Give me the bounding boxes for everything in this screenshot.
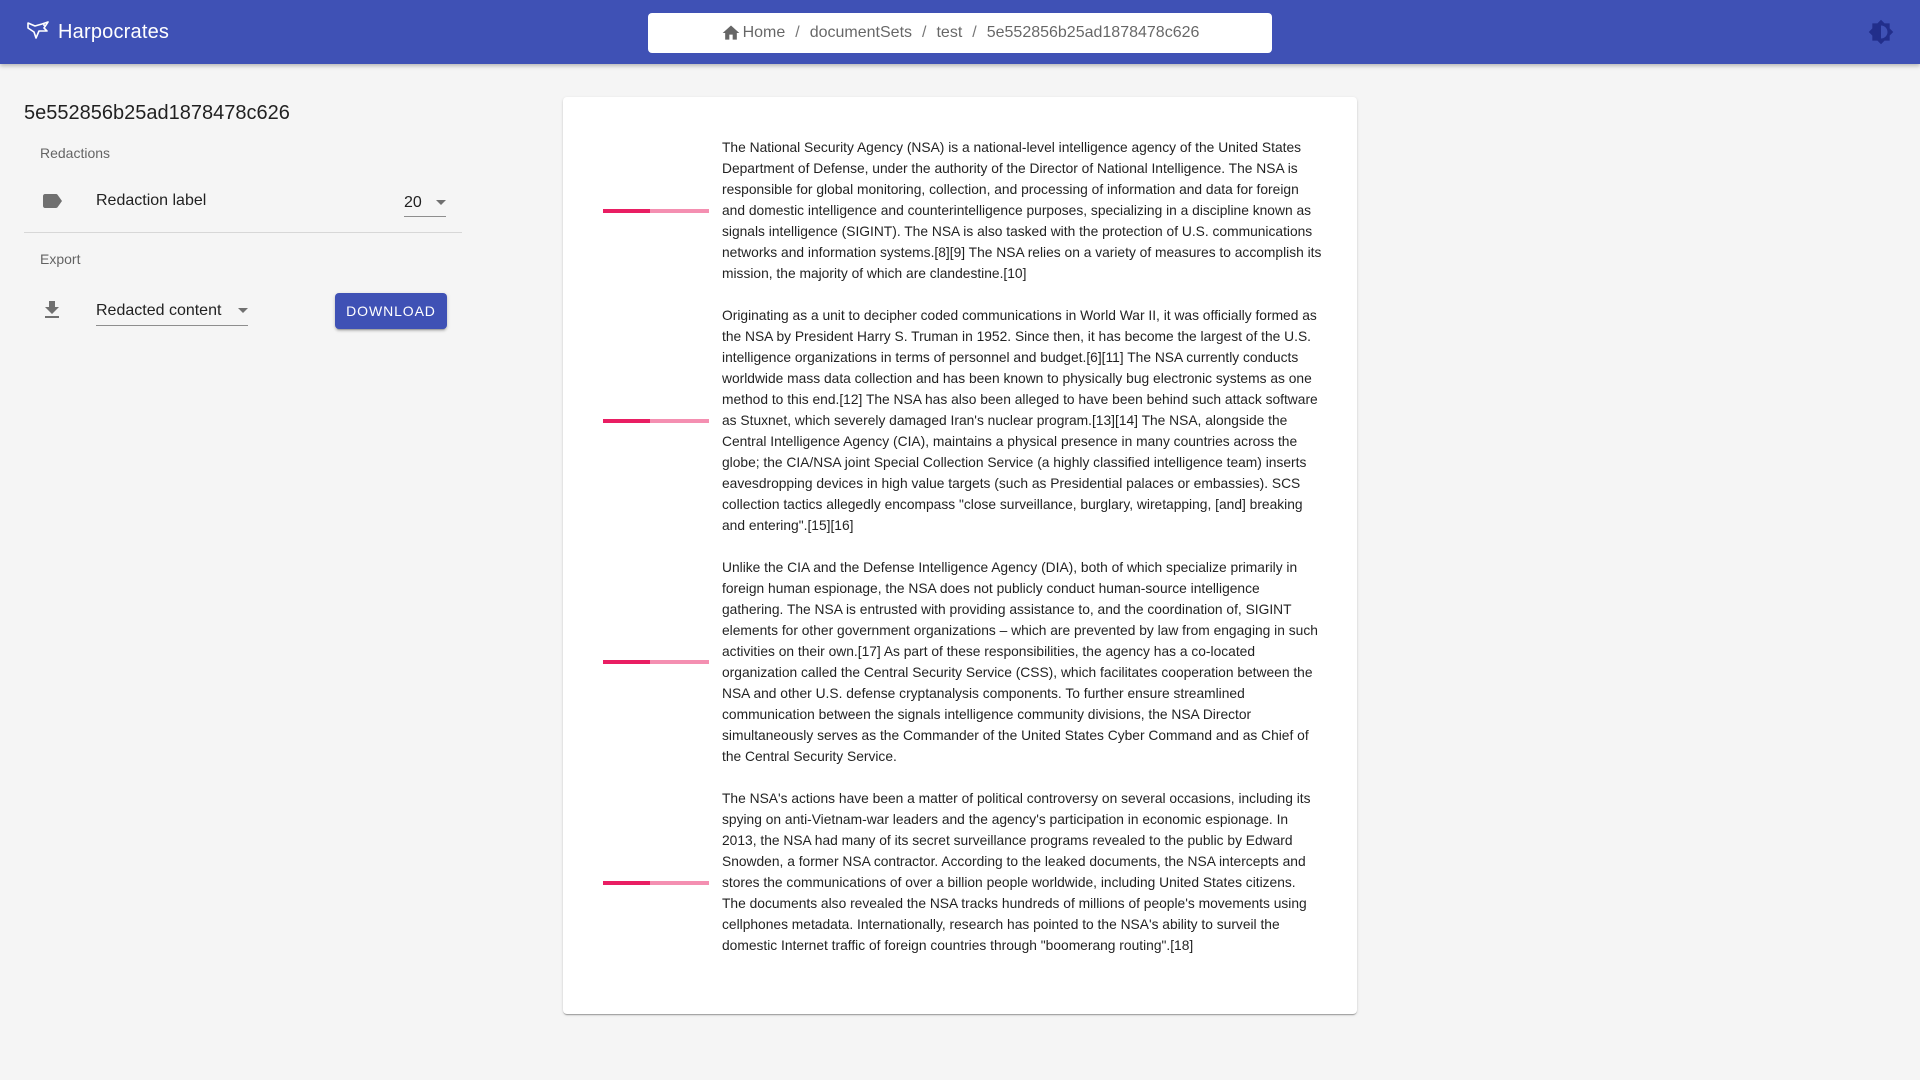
- brightness-icon: [1868, 19, 1894, 45]
- app-title: Harpocrates: [58, 20, 170, 43]
- redaction-score-bar: [603, 881, 709, 885]
- breadcrumb-home[interactable]: Home: [721, 23, 786, 43]
- label-icon: [43, 194, 62, 208]
- theme-toggle-button[interactable]: [1866, 17, 1896, 47]
- chevron-down-icon: [238, 308, 248, 313]
- breadcrumb-document[interactable]: 5e552856b25ad1878478c626: [987, 24, 1200, 42]
- redaction-score-bar: [603, 660, 709, 664]
- document-paragraph[interactable]: The National Security Agency (NSA) is a …: [722, 137, 1322, 284]
- redaction-score-fill: [603, 419, 650, 423]
- redaction-score-fill: [603, 209, 650, 213]
- breadcrumb-separator: /: [795, 24, 800, 41]
- export-format-select[interactable]: Redacted content: [96, 296, 248, 326]
- export-format-value: Redacted content: [96, 301, 222, 319]
- export-subheader: Export: [40, 251, 81, 267]
- breadcrumb-home-label: Home: [742, 24, 786, 41]
- home-icon: [722, 25, 739, 40]
- chevron-down-icon: [436, 200, 446, 205]
- sidebar-divider: [24, 232, 462, 233]
- document-paragraph[interactable]: Unlike the CIA and the Defense Intellige…: [722, 557, 1322, 767]
- redaction-label-text: Redaction label: [96, 192, 207, 209]
- document-paragraph[interactable]: The NSA's actions have been a matter of …: [722, 788, 1322, 956]
- redaction-threshold-value: 20: [404, 193, 422, 211]
- bird-logo-icon: [24, 18, 52, 46]
- document-title: 5e552856b25ad1878478c626: [24, 102, 290, 124]
- breadcrumb-document-sets[interactable]: documentSets: [810, 24, 912, 42]
- document-paragraph[interactable]: Originating as a unit to decipher coded …: [722, 305, 1322, 536]
- brand[interactable]: Harpocrates: [24, 18, 169, 46]
- download-icon: [45, 301, 59, 318]
- redaction-score-bar: [603, 209, 709, 213]
- app-bar: Harpocrates Home / documentSets / test /…: [0, 0, 1920, 64]
- download-button[interactable]: DOWNLOAD: [335, 293, 447, 329]
- redaction-score-fill: [603, 660, 650, 664]
- breadcrumb-separator: /: [972, 24, 977, 41]
- document-viewer: The National Security Agency (NSA) is a …: [563, 97, 1357, 1014]
- redaction-score-fill: [603, 881, 650, 885]
- breadcrumb-separator: /: [922, 24, 927, 41]
- breadcrumb-test[interactable]: test: [936, 24, 962, 42]
- redaction-threshold-select[interactable]: 20: [404, 189, 446, 217]
- redaction-score-bar: [603, 419, 709, 423]
- breadcrumb: Home / documentSets / test / 5e552856b25…: [648, 13, 1272, 53]
- redactions-subheader: Redactions: [40, 145, 111, 161]
